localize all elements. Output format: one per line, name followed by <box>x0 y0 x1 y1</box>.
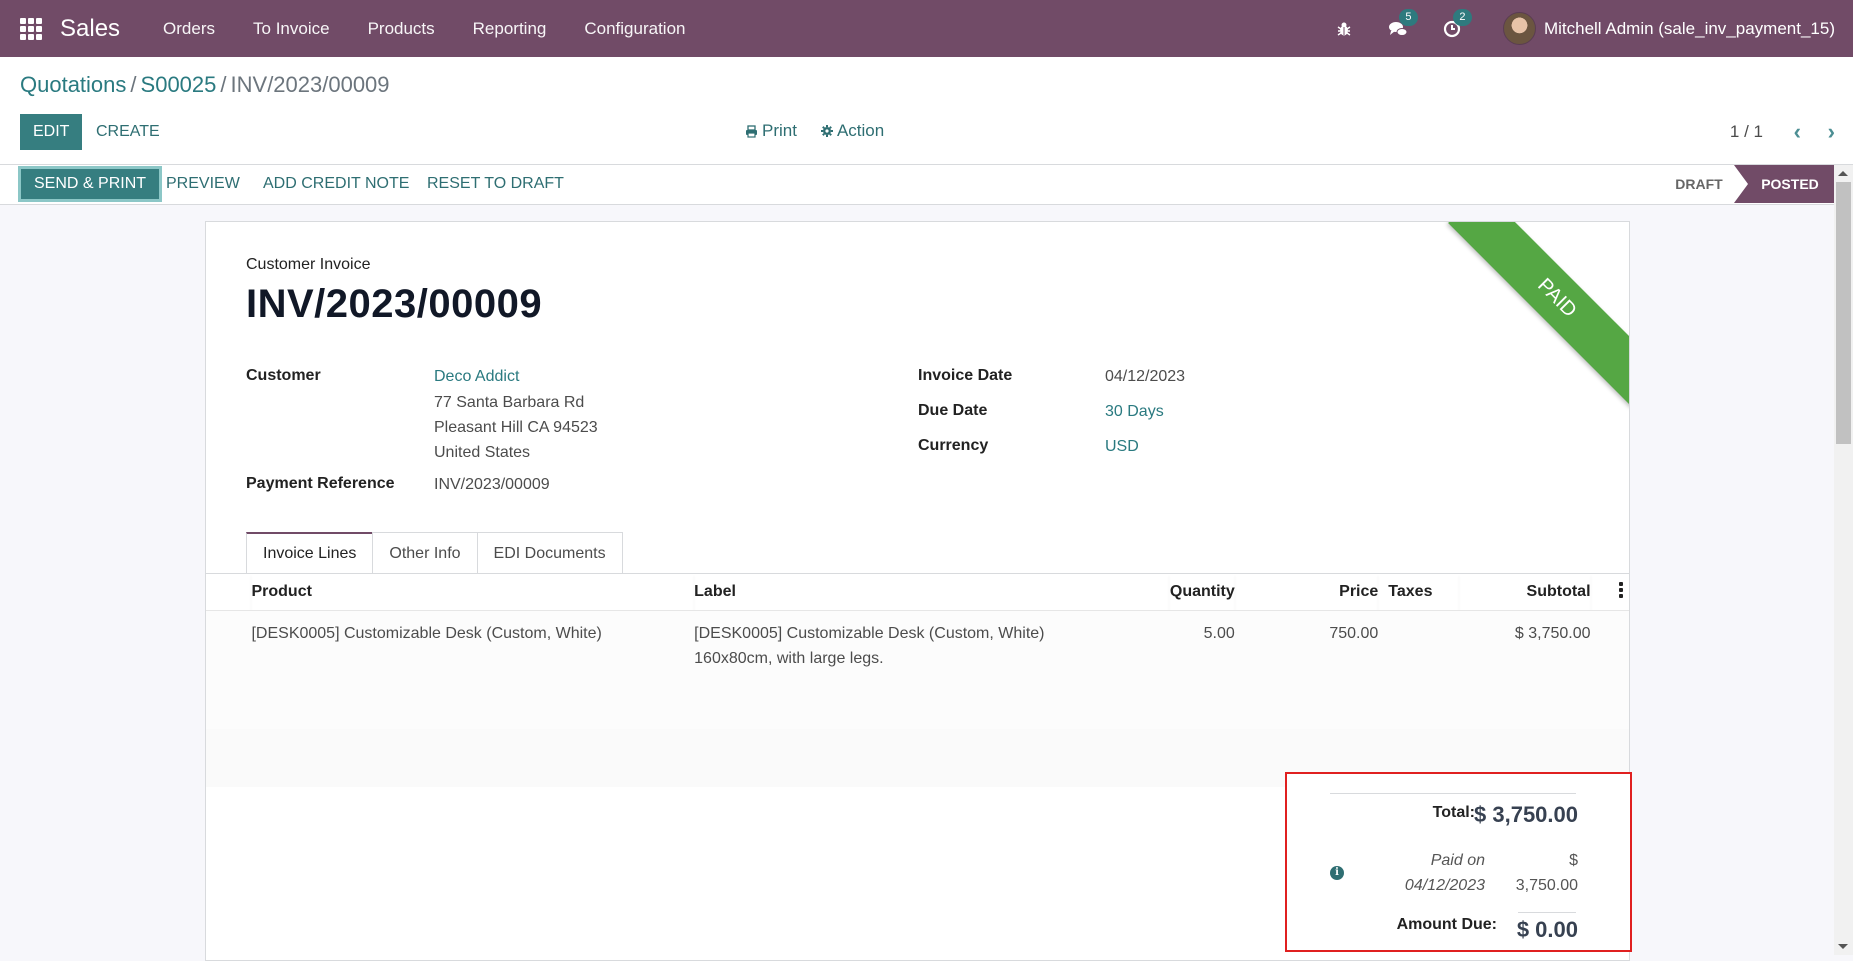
tab-edi-documents[interactable]: EDI Documents <box>476 532 623 574</box>
column-subtotal[interactable]: Subtotal <box>1459 574 1591 611</box>
invoice-lines-table: Product Label Quantity Price Taxes Subto… <box>206 574 1629 787</box>
amount-due-label: Amount Due: <box>1396 916 1497 933</box>
paid-currency-symbol: $ <box>1569 852 1578 869</box>
address-line-1: 77 Santa Barbara Rd <box>434 394 585 411</box>
control-panel: Quotations / S00025/INV/2023/00009 EDIT CR… <box>0 57 1853 165</box>
breadcrumb-separator: / <box>130 72 137 97</box>
line-subtotal: $ 3,750.00 <box>1459 610 1591 671</box>
stage-posted[interactable]: POSTED <box>1734 165 1834 203</box>
paid-amount-value: 3,750.00 <box>1515 877 1578 894</box>
address-line-2: Pleasant Hill CA 94523 <box>434 419 598 436</box>
action-menu-button[interactable]: Action <box>820 121 885 141</box>
app-name[interactable]: Sales <box>60 15 120 43</box>
action-menus: Print Action <box>745 121 884 141</box>
print-menu-button[interactable]: Print <box>745 121 797 141</box>
menu-to-invoice[interactable]: To Invoice <box>234 19 349 39</box>
table-row[interactable]: [DESK0005] Customizable Desk (Custom, Wh… <box>206 610 1629 671</box>
reset-to-draft-button[interactable]: RESET TO DRAFT <box>427 165 564 203</box>
column-product[interactable]: Product <box>251 574 695 611</box>
pager-previous-button[interactable]: ‹ <box>1794 119 1801 145</box>
user-avatar[interactable] <box>1502 12 1536 45</box>
tab-invoice-lines[interactable]: Invoice Lines <box>246 532 374 574</box>
paid-on-label: Paid on 04/12/2023 <box>1367 848 1485 898</box>
amount-due-divider <box>1518 912 1576 913</box>
pager-next-button[interactable]: › <box>1828 119 1835 145</box>
top-navbar: Sales Orders To Invoice Products Reporti… <box>0 0 1853 57</box>
menu-configuration[interactable]: Configuration <box>565 19 704 39</box>
action-label: Action <box>836 121 885 140</box>
printer-icon <box>746 124 757 138</box>
breadcrumb-current: INV/2023/00009 <box>230 72 390 97</box>
user-menu[interactable]: Mitchell Admin (sale_inv_payment_15) <box>1544 19 1835 39</box>
paid-on-text: Paid on <box>1430 852 1485 869</box>
notebook-tabs: Invoice Lines Other Info EDI Documents <box>246 532 623 574</box>
menu-reporting[interactable]: Reporting <box>454 19 566 39</box>
totals-summary: Total: $ 3,750.00 i Paid on 04/12/2023 $… <box>1285 772 1632 952</box>
scroll-up-arrow-icon[interactable] <box>1838 171 1848 176</box>
line-taxes[interactable] <box>1378 610 1460 671</box>
total-amount: $ 3,750.00 <box>1474 802 1578 827</box>
currency-link[interactable]: USD <box>1105 438 1139 456</box>
invoice-date-value: 04/12/2023 <box>1105 368 1186 385</box>
status-bar: SEND & PRINT PREVIEW ADD CREDIT NOTE RES… <box>0 165 1834 205</box>
breadcrumb-quotations[interactable]: Quotations <box>20 72 126 97</box>
breadcrumb: Quotations / S00025/INV/2023/00009 <box>20 72 390 98</box>
due-date-label: Due Date <box>918 402 988 419</box>
create-button[interactable]: CREATE <box>86 114 170 150</box>
messages-badge: 5 <box>1398 8 1418 26</box>
column-quantity[interactable]: Quantity <box>1169 574 1235 611</box>
customer-label: Customer <box>246 367 321 384</box>
line-price[interactable]: 750.00 <box>1234 610 1379 671</box>
tab-other-info[interactable]: Other Info <box>372 532 478 574</box>
paid-on-date: 04/12/2023 <box>1404 877 1485 894</box>
apps-menu-icon[interactable] <box>20 17 42 40</box>
empty-row <box>206 670 1629 729</box>
document-type: Customer Invoice <box>246 256 371 273</box>
scrollbar-thumb[interactable] <box>1836 182 1851 444</box>
send-and-print-button[interactable]: SEND & PRINT <box>18 166 163 202</box>
payment-reference-value: INV/2023/00009 <box>434 476 550 493</box>
currency-label: Currency <box>918 437 989 454</box>
column-label[interactable]: Label <box>694 574 1170 611</box>
breadcrumb-sale-order[interactable]: S00025 <box>141 72 217 97</box>
invoice-number-title: INV/2023/00009 <box>246 282 543 326</box>
column-taxes[interactable]: Taxes <box>1378 574 1460 611</box>
preview-button[interactable]: PREVIEW <box>166 165 240 203</box>
page-scrollbar[interactable] <box>1834 165 1853 955</box>
line-label[interactable]: [DESK0005] Customizable Desk (Custom, Wh… <box>694 610 1170 671</box>
debug-bug-icon[interactable] <box>1333 18 1355 40</box>
invoice-date-label: Invoice Date <box>918 367 1013 384</box>
gear-icon <box>820 125 833 137</box>
pager-value[interactable]: 1 / 1 <box>1730 122 1763 142</box>
breadcrumb-separator: / <box>220 72 227 97</box>
stage-draft[interactable]: DRAFT <box>1659 165 1739 203</box>
optional-columns-toggle-icon[interactable] <box>1619 582 1623 598</box>
line-quantity[interactable]: 5.00 <box>1169 610 1235 671</box>
amount-due-value: $ 0.00 <box>1516 917 1578 942</box>
totals-divider <box>1330 793 1576 794</box>
total-label: Total: <box>1432 804 1475 821</box>
address-line-3: United States <box>434 444 531 461</box>
add-credit-note-button[interactable]: ADD CREDIT NOTE <box>263 165 409 203</box>
payment-terms-link[interactable]: 30 Days <box>1105 403 1164 421</box>
paid-amount: $ 3,750.00 <box>1487 848 1578 898</box>
line-label-text-1: [DESK0005] Customizable Desk (Custom, Wh… <box>694 624 1045 642</box>
edit-button[interactable]: EDIT <box>20 114 83 150</box>
print-label: Print <box>762 121 797 140</box>
table-header-row: Product Label Quantity Price Taxes Subto… <box>206 574 1629 611</box>
menu-orders[interactable]: Orders <box>144 19 234 39</box>
payment-info-icon[interactable]: i <box>1330 866 1344 880</box>
activities-clock-icon[interactable]: 2 <box>1441 8 1472 40</box>
scroll-down-arrow-icon[interactable] <box>1838 944 1848 949</box>
menu-products[interactable]: Products <box>349 19 454 39</box>
customer-link[interactable]: Deco Addict <box>434 368 519 386</box>
column-price[interactable]: Price <box>1234 574 1379 611</box>
activities-badge: 2 <box>1452 8 1472 26</box>
line-label-text-2: 160x80cm, with large legs. <box>694 649 884 667</box>
paid-ribbon: PAID <box>1448 222 1629 407</box>
line-product[interactable]: [DESK0005] Customizable Desk (Custom, Wh… <box>251 610 695 671</box>
messages-icon[interactable]: 5 <box>1387 8 1418 40</box>
payment-reference-label: Payment Reference <box>246 475 395 492</box>
